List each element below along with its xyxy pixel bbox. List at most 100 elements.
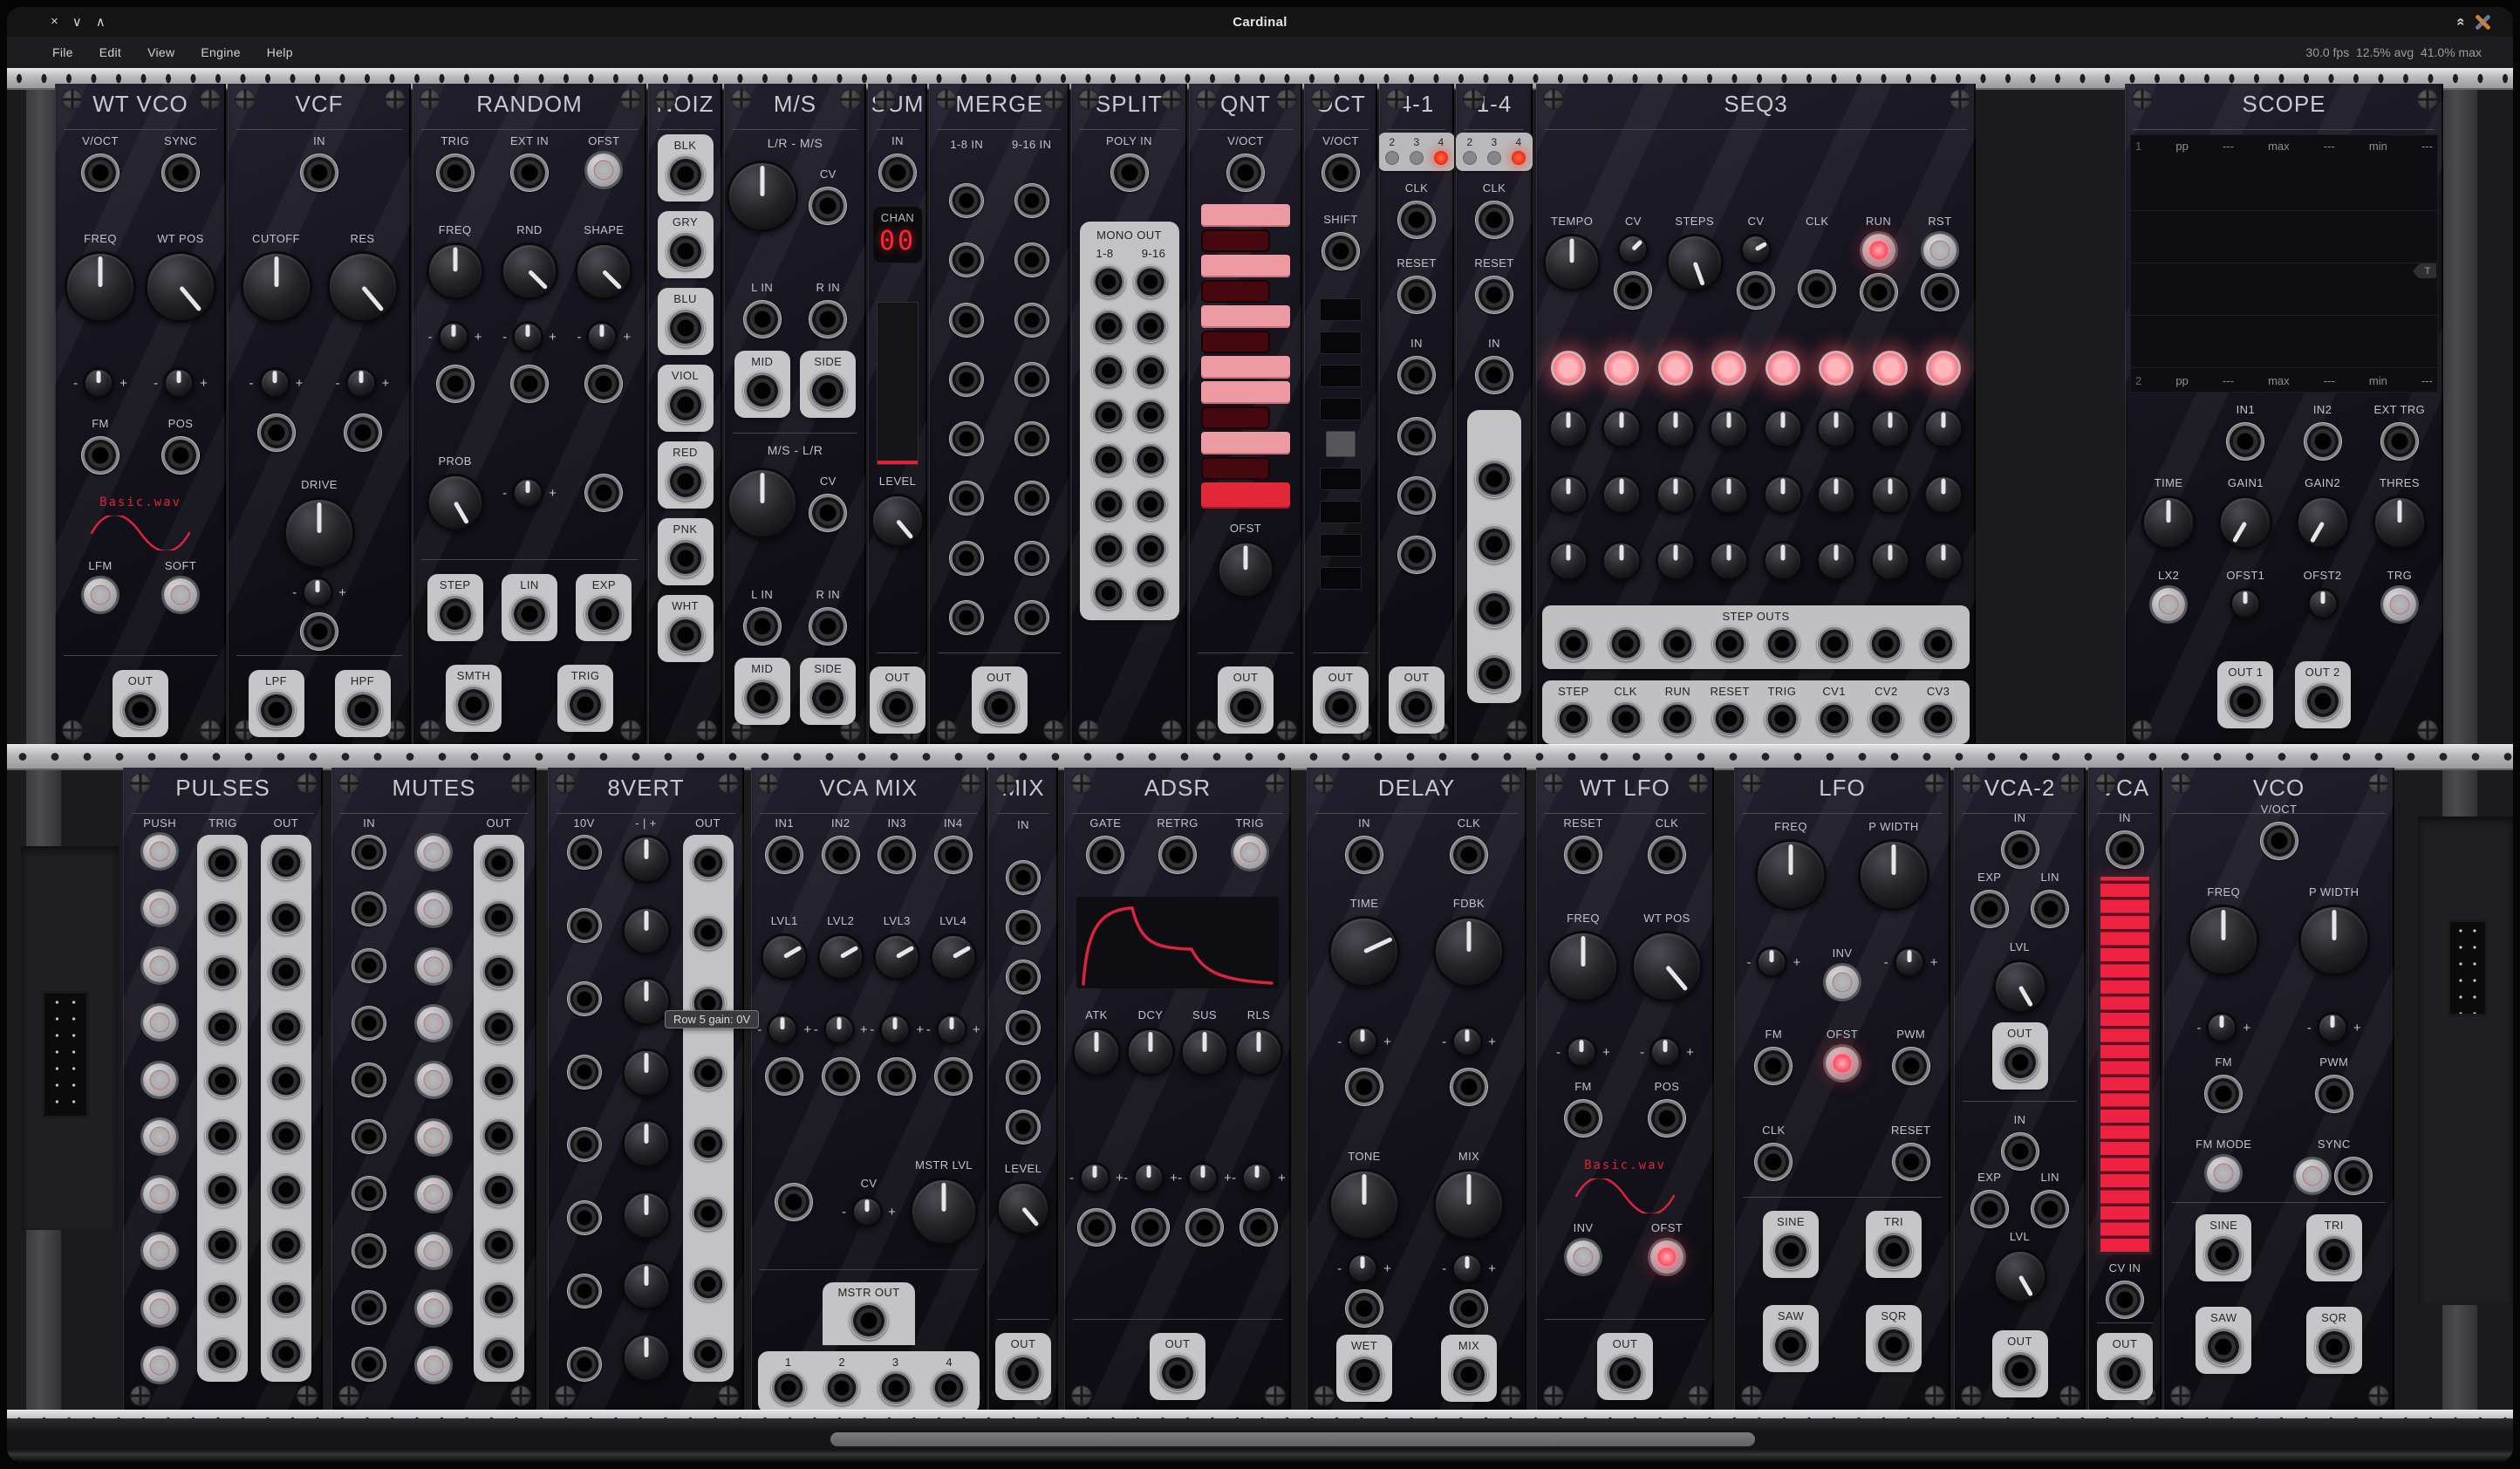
horizontal-scrollbar[interactable] [830,1432,1755,1446]
jack-port[interactable] [824,1370,859,1405]
mix-port[interactable] [1450,1356,1488,1394]
param-knob[interactable] [1709,475,1749,515]
push-button[interactable] [143,1120,176,1153]
level-knob[interactable] [996,1181,1050,1235]
trg-button[interactable] [2383,588,2416,621]
step-led[interactable] [1926,351,1961,386]
jack-port[interactable] [205,900,240,935]
jack-port[interactable] [352,948,386,983]
sus-knob[interactable] [1180,1028,1229,1076]
push-button[interactable] [143,1178,176,1211]
jack-port[interactable] [352,1347,386,1382]
jack-port[interactable] [257,413,296,452]
jack-port[interactable] [300,612,338,651]
jack-port[interactable] [1608,701,1643,736]
key-b[interactable] [1201,280,1270,303]
jack-port[interactable] [1817,701,1852,736]
jack-port[interactable] [481,1063,516,1098]
mix-knob[interactable] [1433,1169,1505,1240]
jack-port[interactable] [436,365,475,403]
shift-port[interactable] [1321,232,1360,270]
push-button[interactable] [417,1292,450,1325]
reset-port[interactable] [1475,276,1513,314]
param-knob[interactable] [622,1119,671,1168]
jack-port[interactable] [205,845,240,880]
jack-port[interactable] [269,1009,304,1044]
lvl-knob[interactable] [1993,1249,2047,1303]
saw-port[interactable] [2204,1328,2243,1366]
jack-port[interactable] [269,900,304,935]
channel-led[interactable] [1512,151,1526,165]
param-knob[interactable] [1601,541,1642,581]
jack-port[interactable] [949,421,984,456]
push-button[interactable] [143,1063,176,1097]
param-knob[interactable] [1923,408,1963,448]
mid-port[interactable] [743,372,782,410]
jack-port[interactable] [1556,626,1591,661]
r-in-port[interactable] [809,300,847,338]
ext-trg-port[interactable] [2380,422,2419,461]
out-port[interactable] [2001,1351,2039,1390]
v-oct-port[interactable] [81,154,120,192]
viol-port[interactable] [666,386,705,424]
jack-port[interactable] [1614,271,1652,310]
trim-knob[interactable] [83,367,114,399]
thres-knob[interactable] [2373,495,2427,550]
jack-port[interactable] [934,1057,973,1096]
tri-port[interactable] [2315,1235,2353,1274]
jack-port[interactable] [269,1336,304,1371]
trig-button[interactable] [1233,836,1267,869]
param-knob[interactable] [1816,408,1856,448]
v-oct-port[interactable] [2260,822,2298,860]
poly-in-port[interactable] [1110,154,1149,192]
param-knob[interactable] [622,1261,671,1310]
push-button[interactable] [143,835,176,868]
jack-port[interactable] [205,1336,240,1371]
trim-knob[interactable] [163,367,195,399]
cv-in-port[interactable] [2106,1281,2144,1319]
trim-knob[interactable] [1133,1162,1164,1193]
key-b[interactable] [1201,407,1270,429]
jack-port[interactable] [1868,701,1903,736]
push-button[interactable] [143,949,176,982]
reset-port[interactable] [1564,836,1602,874]
step-led[interactable] [1873,351,1908,386]
out-port[interactable] [121,691,160,729]
step-led[interactable] [1658,351,1693,386]
param-knob[interactable] [1923,541,1963,581]
jack-port[interactable] [932,1370,966,1405]
p-width-knob[interactable] [1858,839,1929,911]
jack-port[interactable] [481,954,516,989]
pnk-port[interactable] [666,539,705,577]
jack-port[interactable] [1092,399,1125,432]
lvl4-knob[interactable] [930,933,977,980]
pos-port[interactable] [1648,1099,1686,1138]
reset-port[interactable] [1397,276,1436,314]
param-knob[interactable] [622,1191,671,1240]
out-port[interactable] [980,687,1019,726]
freq-knob[interactable] [1755,839,1827,911]
trim-knob[interactable] [1347,1253,1378,1284]
jack-port[interactable] [1868,626,1903,661]
jack-port[interactable] [205,1227,240,1262]
push-button[interactable] [417,1121,450,1154]
in2-port[interactable] [822,836,860,874]
jack-port[interactable] [1092,577,1125,610]
trim-knob[interactable] [2206,1012,2237,1043]
prob-knob[interactable] [427,474,484,531]
out-port[interactable] [1158,1354,1197,1392]
jack-port[interactable] [1006,910,1041,945]
jack-port[interactable] [1397,476,1436,515]
jack-port[interactable] [1006,860,1041,895]
octave-slot[interactable] [1320,365,1362,387]
jack-port[interactable] [567,1274,602,1308]
param-knob[interactable] [1709,541,1749,581]
jack-port[interactable] [1014,600,1049,635]
param-knob[interactable] [727,161,798,232]
trim-knob[interactable] [512,477,543,509]
jack-port[interactable] [691,915,726,950]
jack-port[interactable] [1092,532,1125,565]
side-port[interactable] [809,679,847,717]
clk-port[interactable] [1397,201,1436,239]
shape-knob[interactable] [575,243,632,300]
